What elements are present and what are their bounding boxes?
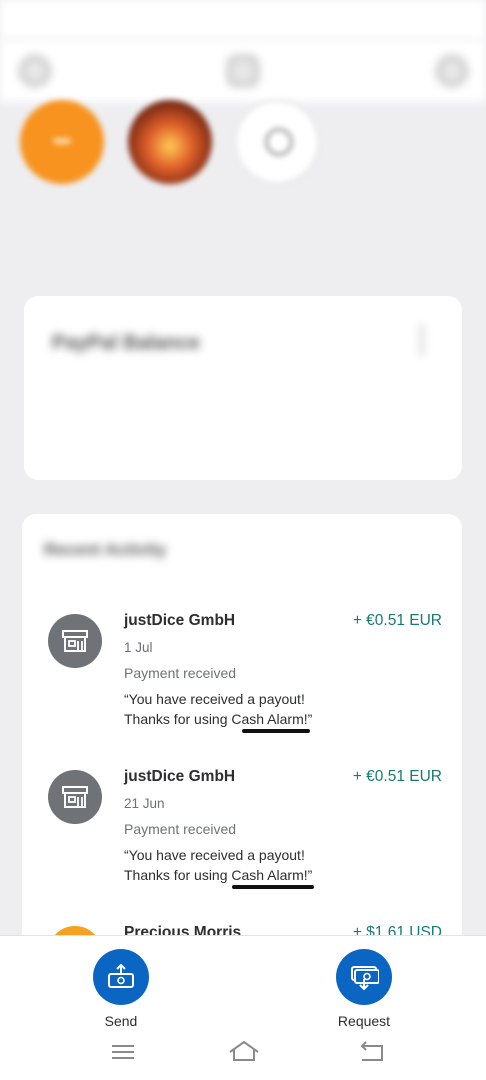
status-bar: [0, 0, 486, 40]
handdrawn-underline: [242, 729, 310, 733]
top-header: [0, 40, 486, 102]
home-icon[interactable]: [228, 1038, 259, 1066]
contact-item[interactable]: [7, 100, 117, 192]
qr-scan-icon[interactable]: [228, 56, 258, 86]
search-contact[interactable]: [222, 100, 332, 192]
transaction-merchant: justDice GmbH: [124, 612, 236, 629]
send-money-icon: [108, 963, 134, 988]
request-money-icon: [351, 966, 379, 991]
recent-apps-icon[interactable]: [108, 1038, 138, 1066]
transaction-note-line-1: “You have received a payout!: [124, 847, 305, 863]
transaction-date: 1 Jul: [124, 640, 153, 655]
request-button[interactable]: [336, 949, 392, 1005]
transaction-merchant: justDice GmbH: [124, 768, 236, 785]
more-options-icon[interactable]: [420, 326, 430, 354]
store-icon: [48, 770, 102, 824]
send-label: Send: [104, 1013, 138, 1029]
contacts-row: [0, 100, 486, 240]
request-action: Request: [319, 949, 409, 1029]
settings-icon[interactable]: [437, 56, 467, 86]
handdrawn-underline: [232, 885, 314, 889]
recent-activity-heading: Recent Activity: [44, 540, 167, 559]
balance-title: PayPal Balance: [52, 332, 200, 354]
request-label: Request: [337, 1013, 391, 1029]
transaction-row[interactable]: justDice GmbH + €0.51 EUR 1 Jul Payment …: [22, 612, 462, 764]
transaction-amount: + €0.51 EUR: [352, 612, 442, 629]
search-icon: [235, 100, 319, 184]
transaction-status: Payment received: [124, 821, 237, 837]
avatar: [20, 100, 104, 184]
transaction-amount: + €0.51 EUR: [352, 768, 442, 785]
send-button[interactable]: [93, 949, 149, 1005]
contact-item[interactable]: [115, 100, 225, 192]
transaction-status: Payment received: [124, 665, 237, 681]
store-icon: [48, 614, 102, 668]
transaction-note-line-2: Thanks for using Cash Alarm!”: [124, 711, 313, 727]
avatar: [128, 100, 212, 184]
profile-icon[interactable]: [20, 56, 50, 86]
system-nav-bar: [0, 1038, 486, 1072]
transaction-row[interactable]: justDice GmbH + €0.51 EUR 21 Jun Payment…: [22, 768, 462, 920]
send-action: Send: [76, 949, 166, 1029]
transaction-date: 21 Jun: [124, 796, 165, 811]
transaction-note-line-1: “You have received a payout!: [124, 691, 305, 707]
balance-card[interactable]: PayPal Balance: [24, 296, 462, 480]
transaction-note-line-2: Thanks for using Cash Alarm!”: [124, 867, 313, 883]
back-icon[interactable]: [356, 1038, 386, 1066]
